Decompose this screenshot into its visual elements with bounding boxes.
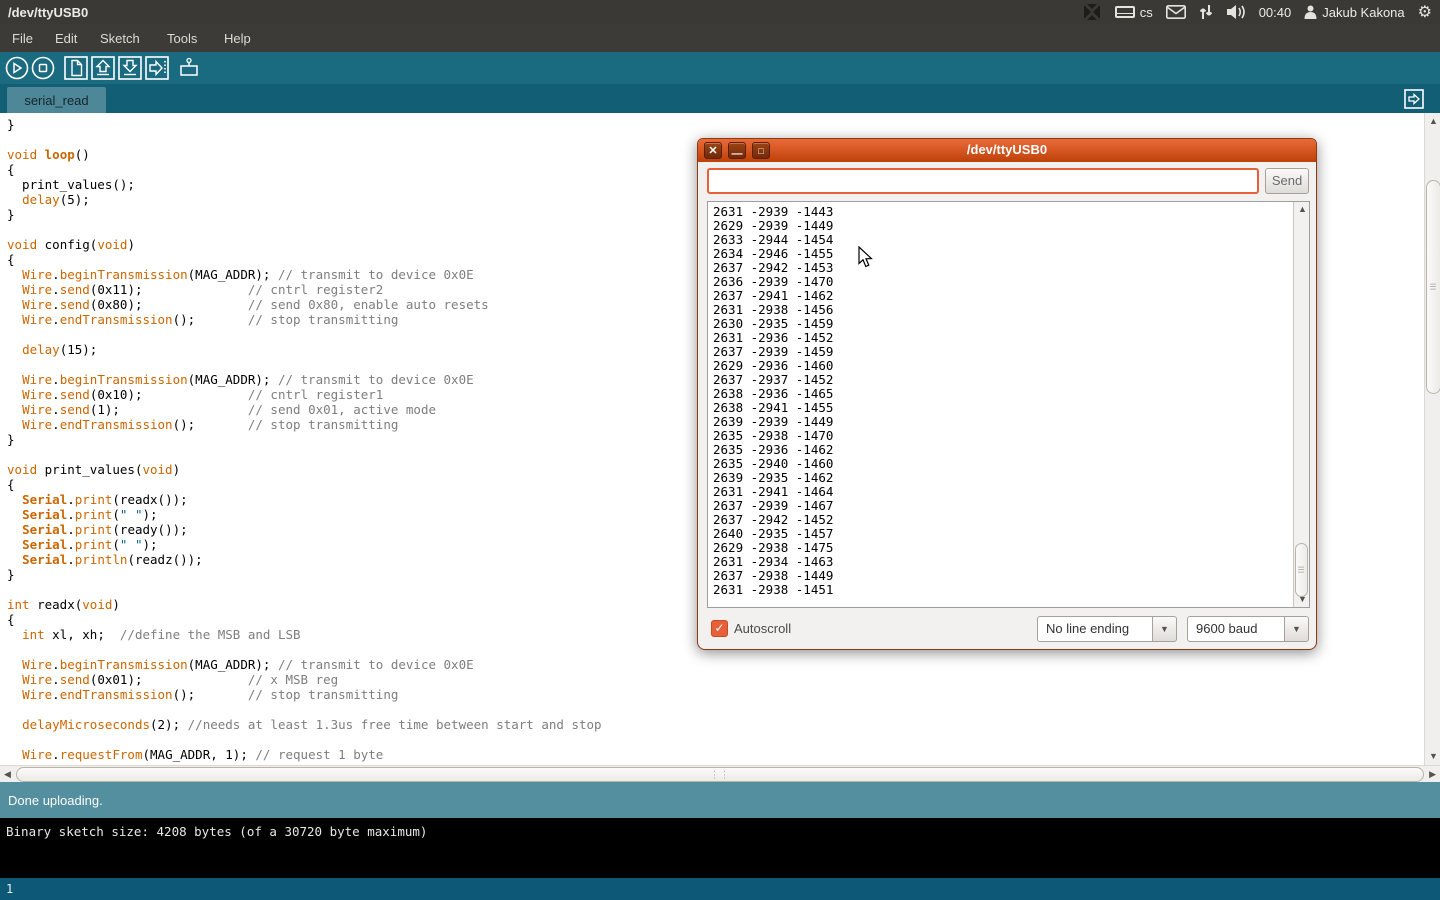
panel-window-title: /dev/ttyUSB0 [8,5,88,20]
scroll-right-icon[interactable]: ▶ [1429,770,1436,779]
serial-monitor-window: ✕ ― □ /dev/ttyUSB0 Send 2631 -2939 -1443… [697,138,1317,650]
serial-vscrollbar[interactable]: ▲ ☰ ▼ [1293,202,1309,607]
status-message: Done uploading. [8,793,103,808]
serial-vscroll-thumb[interactable]: ☰ [1295,543,1308,597]
keyboard-layout-indicator[interactable]: cs [1114,5,1153,20]
network-transfer-icon[interactable] [1199,4,1213,20]
username-label: Jakub Kakona [1322,5,1404,20]
serial-send-input[interactable] [707,168,1259,194]
new-sketch-button[interactable] [64,56,88,80]
verify-button[interactable] [5,56,29,80]
baud-dropdown-icon[interactable]: ▼ [1285,616,1309,642]
top-panel: /dev/ttyUSB0 cs 00:40 Jakub Kakona ⚙ [0,0,1440,24]
scroll-down-icon[interactable]: ▼ [1429,752,1438,761]
baud-rate-select[interactable]: 9600 baud [1187,616,1285,642]
menubar: File Edit Sketch Tools Help [0,24,1440,52]
session-gear-icon[interactable]: ⚙ [1418,2,1432,22]
save-button[interactable] [118,56,142,80]
scroll-up-icon[interactable]: ▲ [1298,205,1307,214]
menu-tools[interactable]: Tools [161,28,203,49]
send-button[interactable]: Send [1265,168,1309,194]
upload-button[interactable] [145,56,169,80]
line-indicator: 1 [6,882,13,896]
line-number-strip: 1 [0,878,1440,900]
serial-monitor-button[interactable] [177,56,201,80]
autoscroll-checkbox[interactable]: ✓ [711,620,728,637]
console-output: Binary sketch size: 4208 bytes (of a 307… [0,818,1440,878]
menu-sketch[interactable]: Sketch [94,28,146,49]
serial-monitor-title: /dev/ttyUSB0 [698,142,1316,157]
console-text: Binary sketch size: 4208 bytes (of a 307… [6,824,427,839]
clock-label[interactable]: 00:40 [1259,5,1292,20]
open-button[interactable] [91,56,115,80]
status-message-bar: Done uploading. [0,782,1440,818]
volume-icon[interactable] [1226,4,1246,20]
editor-vscrollbar[interactable]: ▲ ☰ ▼ [1424,113,1440,765]
tab-label: serial_read [24,93,88,108]
menu-help[interactable]: Help [218,28,257,49]
line-ending-dropdown-icon[interactable]: ▼ [1153,616,1177,642]
keyboard-layout-label: cs [1140,5,1153,20]
editor-vscroll-thumb[interactable]: ☰ [1426,180,1440,394]
tab-serial-read[interactable]: serial_read [7,87,106,113]
mail-icon[interactable] [1166,5,1186,19]
editor-hscroll-thumb[interactable]: ⋮⋮ [16,767,1424,782]
serial-monitor-bottom-bar: ✓ Autoscroll No line ending ▼ 9600 baud … [698,608,1318,650]
tab-menu-icon[interactable] [1404,89,1424,109]
menu-file[interactable]: File [6,28,39,49]
autoscroll-label: Autoscroll [734,621,791,636]
serial-monitor-titlebar[interactable]: ✕ ― □ /dev/ttyUSB0 [698,139,1316,162]
serial-output-text: 2631 -2939 -1443 2629 -2939 -1449 2633 -… [708,202,1309,597]
mouse-cursor [858,246,874,268]
tabbar: serial_read [0,84,1440,113]
scroll-left-icon[interactable]: ◀ [4,770,11,779]
ide-toolbar [0,52,1440,84]
indicator-x-icon[interactable] [1083,4,1101,20]
scroll-up-icon[interactable]: ▲ [1429,117,1438,126]
line-ending-select[interactable]: No line ending [1037,616,1153,642]
menu-edit[interactable]: Edit [49,28,83,49]
user-menu[interactable]: Jakub Kakona [1304,5,1404,20]
scroll-down-icon[interactable]: ▼ [1298,595,1307,604]
editor-hscrollbar[interactable]: ◀ ⋮⋮ ▶ [0,765,1440,783]
stop-button[interactable] [31,56,55,80]
serial-output-area[interactable]: 2631 -2939 -1443 2629 -2939 -1449 2633 -… [707,201,1310,608]
system-tray: cs 00:40 Jakub Kakona ⚙ [1083,2,1432,22]
